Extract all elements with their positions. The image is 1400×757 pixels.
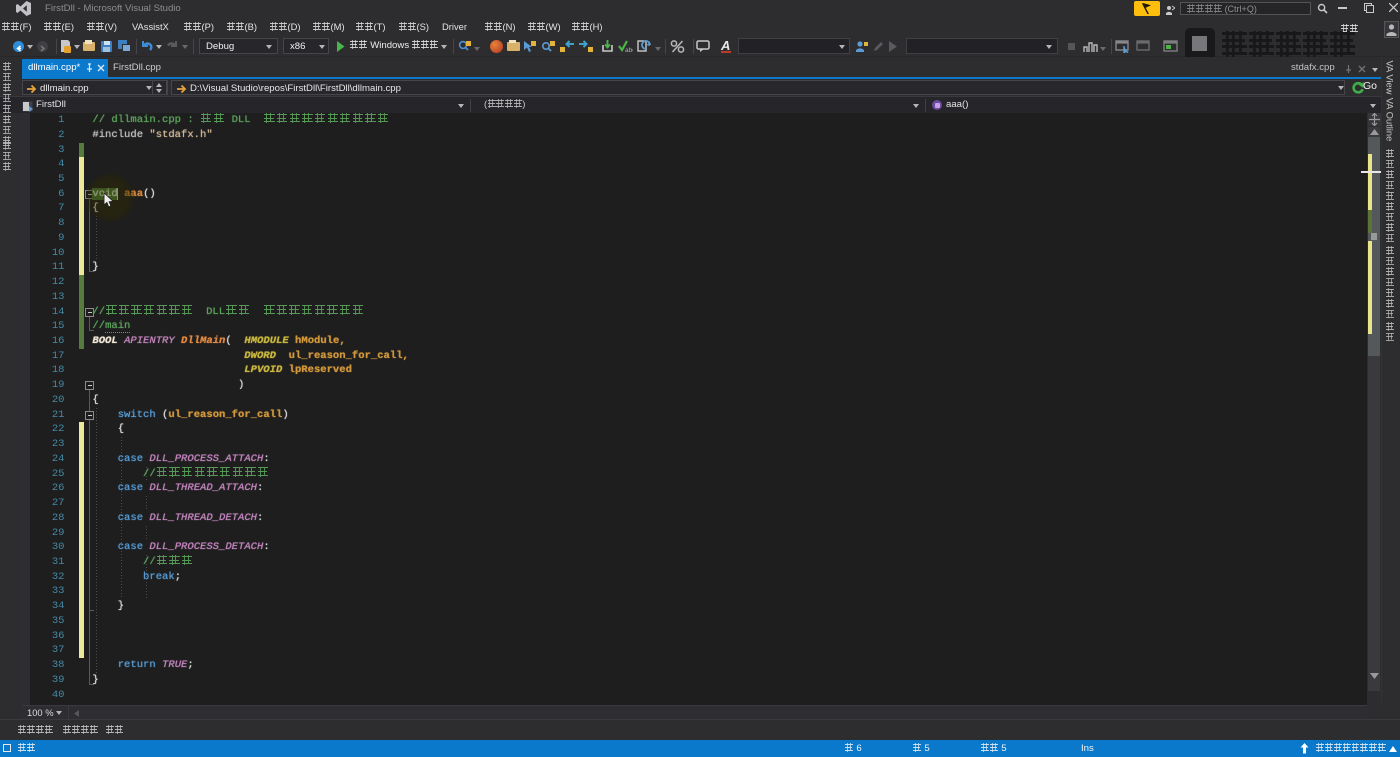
svg-text:abc: abc <box>625 47 633 53</box>
